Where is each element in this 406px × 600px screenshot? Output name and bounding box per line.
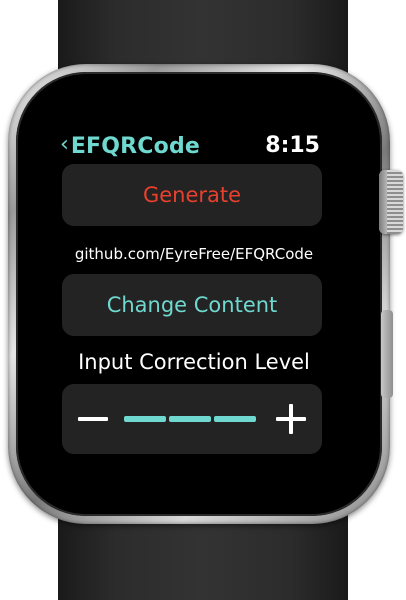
minus-icon (78, 417, 108, 421)
decrease-button[interactable] (68, 384, 118, 454)
increase-button[interactable] (266, 384, 316, 454)
slider-track (124, 416, 256, 422)
watch-stage: ‹ EFQRCode 8:15 Generate github.com/Eyre… (0, 0, 406, 600)
side-button[interactable] (381, 310, 393, 398)
slider-segment (214, 416, 256, 422)
slider-segment (169, 416, 211, 422)
change-content-button[interactable]: Change Content (62, 274, 322, 336)
plus-icon (276, 404, 306, 434)
back-button[interactable]: ‹ EFQRCode (60, 130, 200, 162)
slider-segment (124, 416, 166, 422)
app-title: EFQRCode (70, 133, 201, 159)
content-value: github.com/EyreFree/EFQRCode (74, 245, 314, 263)
status-time: 8:15 (265, 133, 320, 158)
chevron-left-icon: ‹ (60, 132, 69, 157)
status-bar: ‹ EFQRCode 8:15 (56, 130, 332, 162)
correction-level-label: Input Correction Level (78, 350, 310, 374)
correction-level-slider[interactable] (62, 384, 322, 454)
generate-button[interactable]: Generate (62, 164, 322, 226)
digital-crown-cap (379, 170, 387, 234)
watch-screen: ‹ EFQRCode 8:15 Generate github.com/Eyre… (56, 128, 332, 458)
